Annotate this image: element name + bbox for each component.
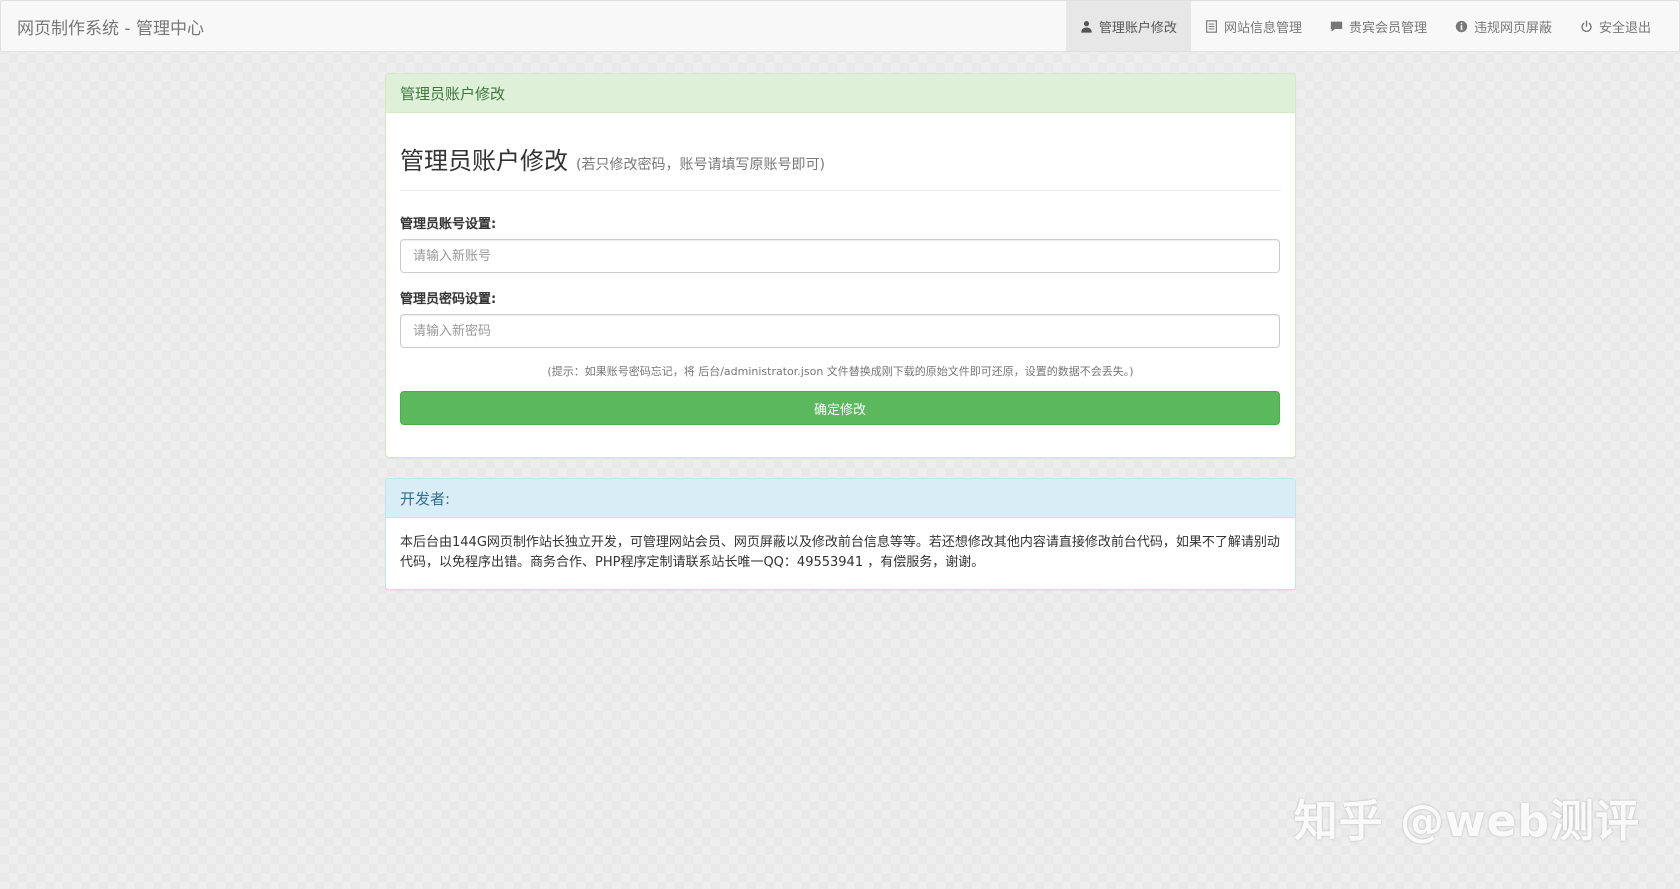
user-icon	[1080, 19, 1094, 33]
recovery-hint: (提示：如果账号密码忘记，将 后台/administrator.json 文件替…	[547, 365, 1134, 378]
navbar: 网页制作系统 - 管理中心 管理账户修改 网站信息管理 贵宾会员管理 违规网页屏…	[0, 0, 1680, 52]
developer-panel-body: 本后台由144G网页制作站长独立开发，可管理网站会员、网页屏蔽以及修改前台信息等…	[386, 518, 1295, 573]
page-header: 管理员账户修改 (若只修改密码，账号请填写原账号即可)	[400, 113, 1281, 191]
nav-item-vip-members-label: 贵宾会员管理	[1348, 20, 1427, 36]
nav-item-block-pages-label: 违规网页屏蔽	[1473, 20, 1552, 36]
password-label: 管理员密码设置:	[400, 292, 497, 307]
account-panel-heading: 管理员账户修改	[386, 74, 1295, 113]
nav-item-account-label: 管理账户修改	[1098, 20, 1177, 36]
navbar-menu: 管理账户修改 网站信息管理 贵宾会员管理 违规网页屏蔽 安全退出	[1065, 1, 1679, 51]
developer-panel-heading: 开发者:	[386, 479, 1295, 518]
navbar-brand[interactable]: 网页制作系统 - 管理中心	[1, 1, 204, 51]
password-input[interactable]	[400, 314, 1280, 348]
developer-info-text: 本后台由144G网页制作站长独立开发，可管理网站会员、网页屏蔽以及修改前台信息等…	[400, 535, 1280, 570]
account-panel-body: 管理员账户修改 (若只修改密码，账号请填写原账号即可) 管理员账号设置: 管理员…	[386, 113, 1295, 425]
info-icon	[1455, 19, 1469, 33]
submit-button[interactable]: 确定修改	[400, 391, 1280, 425]
nav-item-site-info-label: 网站信息管理	[1223, 20, 1302, 36]
nav-item-logout[interactable]: 安全退出	[1566, 1, 1665, 51]
nav-item-site-info[interactable]: 网站信息管理	[1191, 1, 1316, 51]
watermark: 知乎 @web测评	[1293, 796, 1640, 847]
page-title: 管理员账户修改	[400, 147, 568, 175]
nav-item-block-pages[interactable]: 违规网页屏蔽	[1441, 1, 1566, 51]
account-panel: 管理员账户修改 管理员账户修改 (若只修改密码，账号请填写原账号即可) 管理员账…	[385, 73, 1296, 458]
power-icon	[1580, 19, 1594, 33]
account-input[interactable]	[400, 239, 1280, 273]
comment-icon	[1330, 19, 1344, 33]
account-label: 管理员账号设置:	[400, 217, 497, 232]
developer-panel: 开发者: 本后台由144G网页制作站长独立开发，可管理网站会员、网页屏蔽以及修改…	[385, 478, 1296, 590]
nav-item-account[interactable]: 管理账户修改	[1065, 1, 1191, 51]
nav-item-vip-members[interactable]: 贵宾会员管理	[1316, 1, 1441, 51]
nav-item-logout-label: 安全退出	[1598, 20, 1651, 36]
page-subtitle: (若只修改密码，账号请填写原账号即可)	[576, 157, 825, 173]
list-icon	[1205, 19, 1219, 33]
